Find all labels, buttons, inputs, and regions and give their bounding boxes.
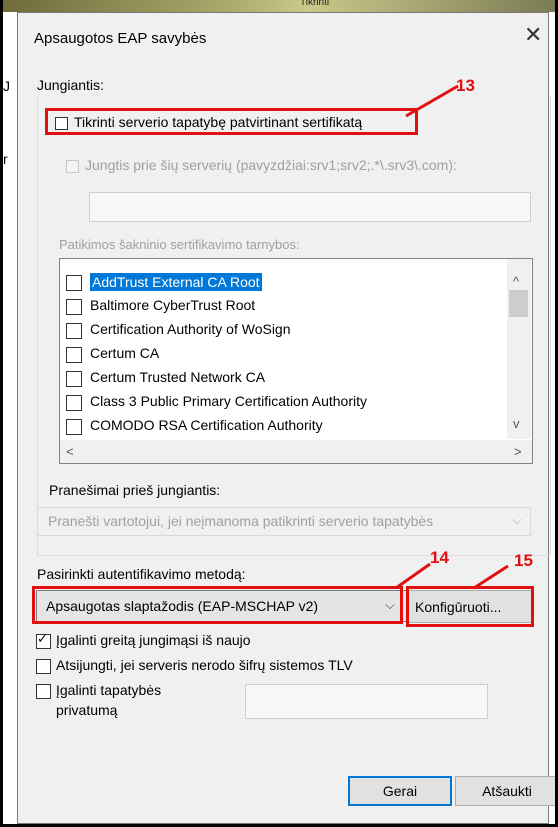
annotation-number-15: 15 xyxy=(514,551,533,570)
ca-checkbox[interactable] xyxy=(66,347,82,363)
annotation-number-14: 14 xyxy=(430,548,449,567)
fast-reconnect-checkbox[interactable] xyxy=(36,631,51,649)
ca-checkbox[interactable] xyxy=(66,419,82,435)
notifications-value: Pranešti vartotojui, jei neįmanoma patik… xyxy=(48,513,434,529)
ca-label: AddTrust External CA Root xyxy=(90,273,262,291)
fast-reconnect-label[interactable]: Įgalinti greitą jungimąsi iš naujo xyxy=(56,632,251,648)
scroll-right-icon[interactable]: > xyxy=(514,444,522,459)
list-item[interactable]: Certum Trusted Network CA xyxy=(64,366,504,389)
frame-left xyxy=(0,0,3,827)
dialog-title: Apsaugotos EAP savybės xyxy=(34,30,207,47)
list-item[interactable]: AddTrust External CA Root xyxy=(64,270,504,293)
disconnect-tlv-checkbox[interactable] xyxy=(36,659,51,674)
identity-privacy-checkbox[interactable] xyxy=(36,684,51,699)
connect-servers-checkbox[interactable] xyxy=(66,160,79,173)
servers-input[interactable] xyxy=(89,192,531,222)
background-label-j: J xyxy=(3,78,10,94)
notifications-label: Pranešimai prieš jungiantis: xyxy=(49,482,221,498)
ca-checkbox[interactable] xyxy=(66,299,82,315)
list-item[interactable]: Certum CA xyxy=(64,342,504,365)
cancel-button[interactable]: Atšaukti xyxy=(455,776,558,806)
ca-checkbox[interactable] xyxy=(66,323,82,339)
list-item[interactable]: Baltimore CyberTrust Root xyxy=(64,294,504,317)
scroll-thumb[interactable] xyxy=(509,290,528,317)
ca-label: COMODO RSA Certification Authority xyxy=(90,417,323,433)
ok-button[interactable]: Gerai xyxy=(348,776,452,806)
identity-privacy-label-line1[interactable]: Įgalinti tapatybės xyxy=(56,682,161,698)
ca-label: Class 3 Public Primary Certification Aut… xyxy=(90,393,367,409)
horizontal-scrollbar[interactable] xyxy=(60,440,532,463)
background-window-strip xyxy=(0,0,558,12)
identity-input[interactable] xyxy=(245,684,488,719)
annotation-arrow-15 xyxy=(473,564,509,590)
notifications-chevron-down-icon: ⌵ xyxy=(512,512,522,527)
ca-label: Certification Authority of WoSign xyxy=(90,321,291,337)
annotation-box-15 xyxy=(406,586,534,627)
scroll-left-icon[interactable]: < xyxy=(66,444,74,459)
scroll-up-icon[interactable]: ^ xyxy=(513,274,519,289)
ca-label: Baltimore CyberTrust Root xyxy=(90,297,256,313)
list-item[interactable]: COMODO RSA Certification Authority xyxy=(64,414,504,437)
ca-label: Certum Trusted Network CA xyxy=(90,369,266,385)
disconnect-tlv-label[interactable]: Atsijungti, jei serveris nerodo šifrų si… xyxy=(56,657,353,673)
close-icon[interactable]: ✕ xyxy=(524,24,542,46)
trusted-ca-list[interactable]: AddTrust External CA Root Baltimore Cybe… xyxy=(59,258,533,464)
background-window-left xyxy=(3,12,18,824)
annotation-number-13: 13 xyxy=(456,76,475,95)
ca-checkbox[interactable] xyxy=(66,371,82,387)
connecting-label: Jungiantis: xyxy=(37,77,104,93)
scroll-down-icon[interactable]: v xyxy=(513,416,520,431)
background-label-r: r xyxy=(3,151,8,167)
annotation-box-14 xyxy=(32,586,403,624)
list-item[interactable]: Class 3 Public Primary Certification Aut… xyxy=(64,390,504,413)
connect-servers-label: Jungtis prie šių serverių (pavyzdžiai:sr… xyxy=(85,157,457,173)
ca-label: Certum CA xyxy=(90,345,160,361)
auth-method-label: Pasirinkti autentifikavimo metodą: xyxy=(37,566,246,582)
annotation-box-13 xyxy=(45,108,418,135)
list-item[interactable]: Certification Authority of WoSign xyxy=(64,318,504,341)
background-tab-text: Tikrinti xyxy=(300,0,330,8)
ca-checkbox[interactable] xyxy=(66,275,82,291)
identity-privacy-label-line2[interactable]: privatumą xyxy=(56,702,117,718)
trusted-ca-label: Patikimos šakninio sertifikavimo tarnybo… xyxy=(59,237,300,252)
ca-checkbox[interactable] xyxy=(66,395,82,411)
